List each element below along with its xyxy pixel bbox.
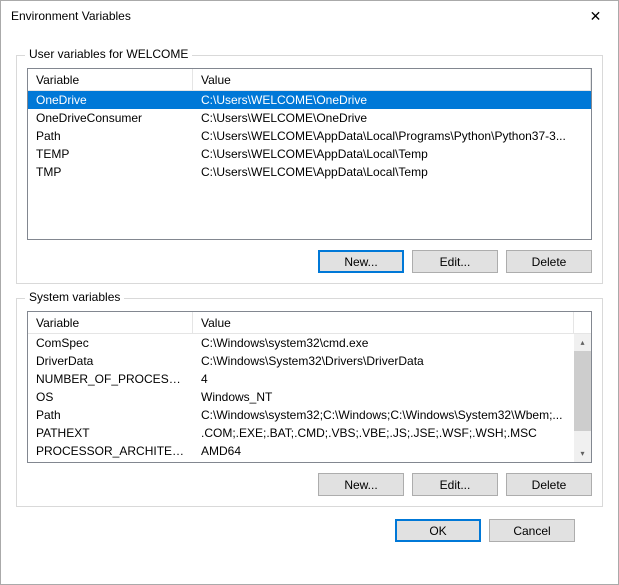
user-variables-group: User variables for WELCOME Variable Valu…	[16, 55, 603, 284]
table-row[interactable]: Path C:\Users\WELCOME\AppData\Local\Prog…	[28, 127, 591, 145]
cell-value: Windows_NT	[193, 390, 574, 404]
col-variable[interactable]: Variable	[28, 312, 193, 333]
table-row[interactable]: PATHEXT .COM;.EXE;.BAT;.CMD;.VBS;.VBE;.J…	[28, 424, 574, 442]
user-list-body: OneDrive C:\Users\WELCOME\OneDrive OneDr…	[28, 91, 591, 239]
cell-variable: Path	[28, 408, 193, 422]
table-row[interactable]: Path C:\Windows\system32;C:\Windows;C:\W…	[28, 406, 574, 424]
table-row[interactable]: NUMBER_OF_PROCESSORS 4	[28, 370, 574, 388]
scroll-down-icon[interactable]: ▾	[574, 445, 591, 462]
user-edit-button[interactable]: Edit...	[412, 250, 498, 273]
scrollbar[interactable]: ▴ ▾	[574, 334, 591, 462]
user-delete-button[interactable]: Delete	[506, 250, 592, 273]
close-button[interactable]: ✕	[573, 1, 618, 31]
system-variables-group: System variables Variable Value ComSpec …	[16, 298, 603, 507]
close-icon: ✕	[590, 8, 602, 25]
cell-variable: DriverData	[28, 354, 193, 368]
col-value[interactable]: Value	[193, 312, 574, 333]
system-edit-button[interactable]: Edit...	[412, 473, 498, 496]
cell-value: C:\Users\WELCOME\AppData\Local\Temp	[193, 147, 591, 161]
titlebar: Environment Variables ✕	[1, 1, 618, 31]
window-title: Environment Variables	[11, 9, 131, 23]
system-buttons: New... Edit... Delete	[27, 473, 592, 496]
cell-value: C:\Windows\system32\cmd.exe	[193, 336, 574, 350]
cell-variable: OneDriveConsumer	[28, 111, 193, 125]
table-row[interactable]: TEMP C:\Users\WELCOME\AppData\Local\Temp	[28, 145, 591, 163]
cell-variable: OneDrive	[28, 93, 193, 107]
cell-variable: PROCESSOR_ARCHITECTURE	[28, 444, 193, 458]
scroll-up-icon[interactable]: ▴	[574, 334, 591, 351]
cancel-button[interactable]: Cancel	[489, 519, 575, 542]
system-new-button[interactable]: New...	[318, 473, 404, 496]
cell-variable: TMP	[28, 165, 193, 179]
cell-variable: PATHEXT	[28, 426, 193, 440]
cell-variable: TEMP	[28, 147, 193, 161]
user-variables-list[interactable]: Variable Value OneDrive C:\Users\WELCOME…	[27, 68, 592, 240]
cell-variable: Path	[28, 129, 193, 143]
system-variables-list[interactable]: Variable Value ComSpec C:\Windows\system…	[27, 311, 592, 463]
dialog-content: User variables for WELCOME Variable Valu…	[1, 31, 618, 554]
table-row[interactable]: OneDriveConsumer C:\Users\WELCOME\OneDri…	[28, 109, 591, 127]
cell-value: C:\Users\WELCOME\AppData\Local\Temp	[193, 165, 591, 179]
table-row[interactable]: OS Windows_NT	[28, 388, 574, 406]
col-value[interactable]: Value	[193, 69, 591, 90]
table-row[interactable]: OneDrive C:\Users\WELCOME\OneDrive	[28, 91, 591, 109]
cell-value: AMD64	[193, 444, 574, 458]
cell-value: C:\Users\WELCOME\OneDrive	[193, 93, 591, 107]
table-row[interactable]: TMP C:\Users\WELCOME\AppData\Local\Temp	[28, 163, 591, 181]
scroll-thumb[interactable]	[574, 351, 591, 431]
cell-value: .COM;.EXE;.BAT;.CMD;.VBS;.VBE;.JS;.JSE;.…	[193, 426, 574, 440]
cell-variable: NUMBER_OF_PROCESSORS	[28, 372, 193, 386]
system-group-label: System variables	[25, 290, 124, 304]
cell-variable: OS	[28, 390, 193, 404]
cell-value: C:\Users\WELCOME\OneDrive	[193, 111, 591, 125]
col-variable[interactable]: Variable	[28, 69, 193, 90]
system-list-body: ComSpec C:\Windows\system32\cmd.exe Driv…	[28, 334, 574, 462]
cell-value: C:\Windows\System32\Drivers\DriverData	[193, 354, 574, 368]
dialog-footer: OK Cancel	[16, 507, 603, 542]
table-row[interactable]: PROCESSOR_ARCHITECTURE AMD64	[28, 442, 574, 460]
cell-value: C:\Windows\system32;C:\Windows;C:\Window…	[193, 408, 574, 422]
user-buttons: New... Edit... Delete	[27, 250, 592, 273]
cell-value: 4	[193, 372, 574, 386]
table-row[interactable]: ComSpec C:\Windows\system32\cmd.exe	[28, 334, 574, 352]
cell-variable: ComSpec	[28, 336, 193, 350]
table-row[interactable]: DriverData C:\Windows\System32\Drivers\D…	[28, 352, 574, 370]
ok-button[interactable]: OK	[395, 519, 481, 542]
user-list-header: Variable Value	[28, 69, 591, 91]
system-list-header: Variable Value	[28, 312, 591, 334]
system-delete-button[interactable]: Delete	[506, 473, 592, 496]
user-group-label: User variables for WELCOME	[25, 47, 192, 61]
cell-value: C:\Users\WELCOME\AppData\Local\Programs\…	[193, 129, 591, 143]
user-new-button[interactable]: New...	[318, 250, 404, 273]
